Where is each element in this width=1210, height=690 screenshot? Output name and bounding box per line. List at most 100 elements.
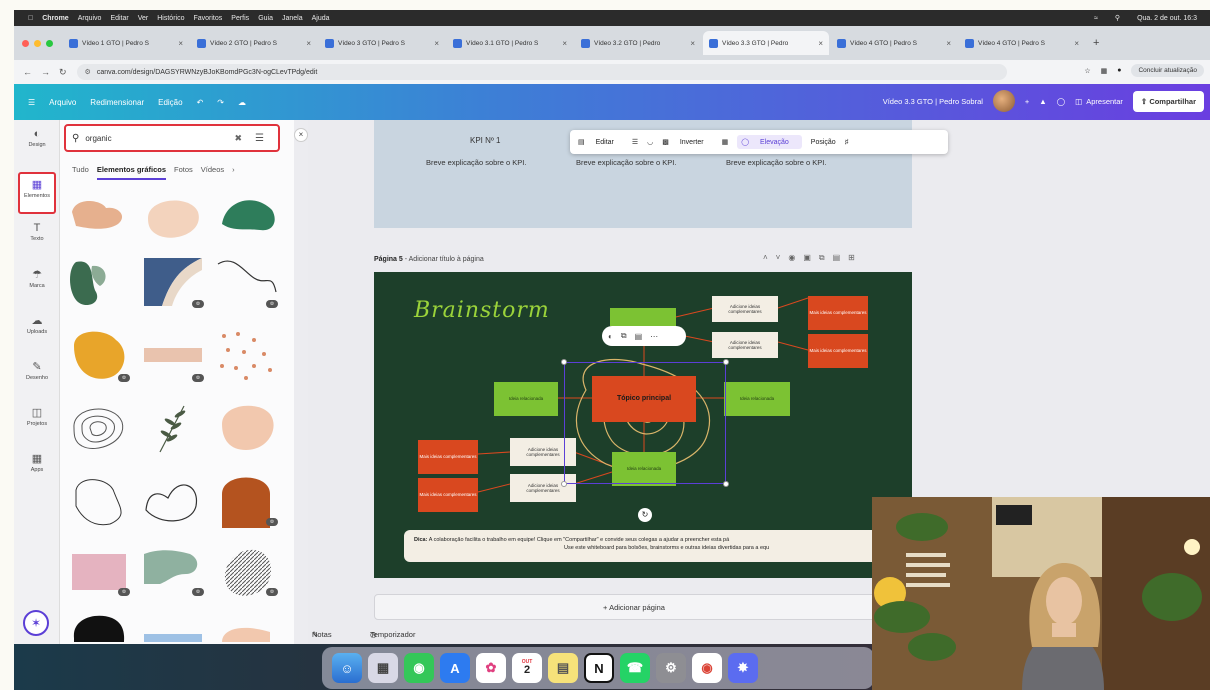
graphic-thumb[interactable]: ♔ xyxy=(66,540,132,598)
more-options-icon[interactable]: ⋯ xyxy=(650,332,658,341)
clear-search-icon[interactable]: ✖ xyxy=(234,133,242,144)
rail-item-uploads[interactable]: ☁ Uploads xyxy=(14,314,60,335)
top-idea-node[interactable] xyxy=(610,308,676,326)
share-button[interactable]: ⇧ Compartilhar xyxy=(1132,90,1204,112)
browser-tab[interactable]: Vídeo 3 GTO | Pedro S × xyxy=(319,31,445,55)
new-tab-icon[interactable]: + xyxy=(1093,37,1099,49)
graphic-thumb[interactable] xyxy=(66,398,132,456)
browser-tab[interactable]: Vídeo 2 GTO | Pedro S × xyxy=(191,31,317,55)
menu-tab[interactable]: Guia xyxy=(258,15,273,22)
browser-tab[interactable]: Vídeo 1 GTO | Pedro S × xyxy=(63,31,189,55)
chevron-down-icon[interactable]: ˅ xyxy=(776,253,789,262)
browser-tab-active[interactable]: Vídeo 3.3 GTO | Pedro × xyxy=(703,31,829,55)
selection-box[interactable] xyxy=(561,359,729,487)
brainstorm-board[interactable]: Brainstorm Adicione ideias complementare… xyxy=(374,272,912,578)
graphic-thumb[interactable]: ♔ xyxy=(140,252,206,310)
delete-icon[interactable]: ▤ xyxy=(833,253,849,262)
close-tab-icon[interactable]: × xyxy=(434,39,439,48)
chevron-up-icon[interactable]: ˄ xyxy=(763,253,776,262)
tab-videos[interactable]: Vídeos xyxy=(201,165,224,180)
search-icon[interactable]: ⚲ xyxy=(1115,14,1120,22)
more-ideas-node[interactable]: Mais ideias complementares xyxy=(418,478,478,512)
add-page-button[interactable]: + Adicionar página xyxy=(374,594,894,620)
magic-assistant-icon[interactable]: ✶ xyxy=(23,610,49,636)
url-field[interactable]: ⚙ canva.com/design/DAGSYRWNzyBJoKBomdPGc… xyxy=(76,64,1007,80)
menu-app[interactable]: Chrome xyxy=(42,15,68,22)
apple-icon[interactable]:  xyxy=(28,15,33,22)
resize-handle[interactable] xyxy=(723,359,729,365)
rotate-handle-icon[interactable]: ↻ xyxy=(638,508,652,522)
whatsapp-icon[interactable]: ☎ xyxy=(620,653,650,683)
rail-item-draw[interactable]: ✎ Desenho xyxy=(14,360,60,381)
graphic-thumb[interactable] xyxy=(214,398,280,456)
rail-item-apps[interactable]: ▦ Apps xyxy=(14,452,60,473)
undo-icon[interactable]: ↶ xyxy=(197,98,204,107)
kpi-desc[interactable]: Breve explicação sobre o KPI. xyxy=(726,158,826,167)
launchpad-icon[interactable]: ▦ xyxy=(368,653,398,683)
extensions-icon[interactable]: ▦ xyxy=(1101,67,1108,75)
cloud-save-icon[interactable]: ☁ xyxy=(238,98,246,107)
messages-icon[interactable]: ◉ xyxy=(404,653,434,683)
avatar[interactable] xyxy=(992,90,1015,112)
tab-all[interactable]: Tudo xyxy=(72,165,89,180)
menubar-clock[interactable]: Qua. 2 de out. 16:3 xyxy=(1137,15,1197,22)
format-painter-icon[interactable]: ♯ xyxy=(845,139,849,146)
close-tab-icon[interactable]: × xyxy=(562,39,567,48)
position-button[interactable]: Posição xyxy=(811,139,836,146)
menu-window[interactable]: Janela xyxy=(282,15,303,22)
rail-item-brand[interactable]: ☂ Marca xyxy=(14,268,60,289)
line-weight-icon[interactable]: ☰ xyxy=(632,138,638,146)
system-settings-icon[interactable]: ⚙ xyxy=(656,653,686,683)
update-button[interactable]: Concluir atualização xyxy=(1131,64,1204,77)
graphic-thumb[interactable] xyxy=(214,188,280,246)
graphic-thumb[interactable] xyxy=(66,608,132,642)
kpi-title[interactable]: KPI Nº 1 xyxy=(470,136,501,145)
close-tab-icon[interactable]: × xyxy=(818,39,823,48)
forward-icon[interactable]: → xyxy=(41,67,50,77)
add-page-icon[interactable]: ⊞ xyxy=(848,253,863,262)
comment-icon[interactable]: ◯ xyxy=(1057,97,1065,106)
corner-icon[interactable]: ◡ xyxy=(647,138,653,146)
reload-icon[interactable]: ↻ xyxy=(59,67,67,78)
complement-node[interactable]: Adicione ideias complementares xyxy=(712,296,778,322)
menu-profiles[interactable]: Perfis xyxy=(231,15,249,22)
wifi-icon[interactable]: ≈ xyxy=(1094,15,1098,22)
copy-icon[interactable]: ⧉ xyxy=(621,331,627,341)
resize-handle[interactable] xyxy=(723,481,729,487)
browser-tab[interactable]: Vídeo 3.1 GTO | Pedro S × xyxy=(447,31,573,55)
resize-handle[interactable] xyxy=(561,359,567,365)
complement-node[interactable]: Adicione ideias complementares xyxy=(712,332,778,358)
tab-photos[interactable]: Fotos xyxy=(174,165,193,180)
graphic-thumb[interactable] xyxy=(140,398,206,456)
edit-button[interactable]: ▤ Editar xyxy=(578,138,623,146)
chevron-right-icon[interactable]: › xyxy=(232,165,235,180)
search-input[interactable]: ⚲ organic ✖ ☰ xyxy=(64,124,280,152)
graphic-thumb[interactable]: ♔ xyxy=(214,470,280,528)
app-icon[interactable]: ✸ xyxy=(728,653,758,683)
browser-tab[interactable]: Vídeo 4 GTO | Pedro S × xyxy=(831,31,957,55)
graphic-thumb[interactable]: ♔ xyxy=(214,252,280,310)
notion-icon[interactable]: N xyxy=(584,653,614,683)
present-button[interactable]: ◫ Apresentar xyxy=(1075,97,1123,106)
graphic-thumb[interactable] xyxy=(214,326,280,384)
trash-icon[interactable]: ▤ xyxy=(635,332,643,341)
kpi-desc[interactable]: Breve explicação sobre o KPI. xyxy=(426,158,526,167)
graphic-thumb[interactable] xyxy=(140,470,206,528)
add-collaborator-icon[interactable]: + xyxy=(1025,97,1029,106)
back-icon[interactable]: ← xyxy=(23,67,32,77)
graphic-thumb[interactable] xyxy=(140,608,206,642)
close-panel-icon[interactable]: × xyxy=(294,128,308,142)
photos-icon[interactable]: ✿ xyxy=(476,653,506,683)
transparency-icon[interactable]: ▦ xyxy=(722,138,729,146)
board-title[interactable]: Brainstorm xyxy=(414,298,550,323)
lock-icon[interactable]: ▣ xyxy=(803,253,819,262)
close-window-icon[interactable] xyxy=(22,39,29,47)
menu-history[interactable]: Histórico xyxy=(157,15,184,22)
menu-file[interactable]: Arquivo xyxy=(78,15,102,22)
kpi-desc[interactable]: Breve explicação sobre o KPI. xyxy=(576,158,676,167)
graphic-thumb[interactable] xyxy=(66,188,132,246)
add-page-title[interactable]: - Adicionar título à página xyxy=(405,256,484,263)
resize-handle[interactable] xyxy=(561,481,567,487)
duplicate-icon[interactable]: ⧉ xyxy=(819,253,833,262)
flip-button[interactable]: ▩ Inverter xyxy=(662,138,712,146)
